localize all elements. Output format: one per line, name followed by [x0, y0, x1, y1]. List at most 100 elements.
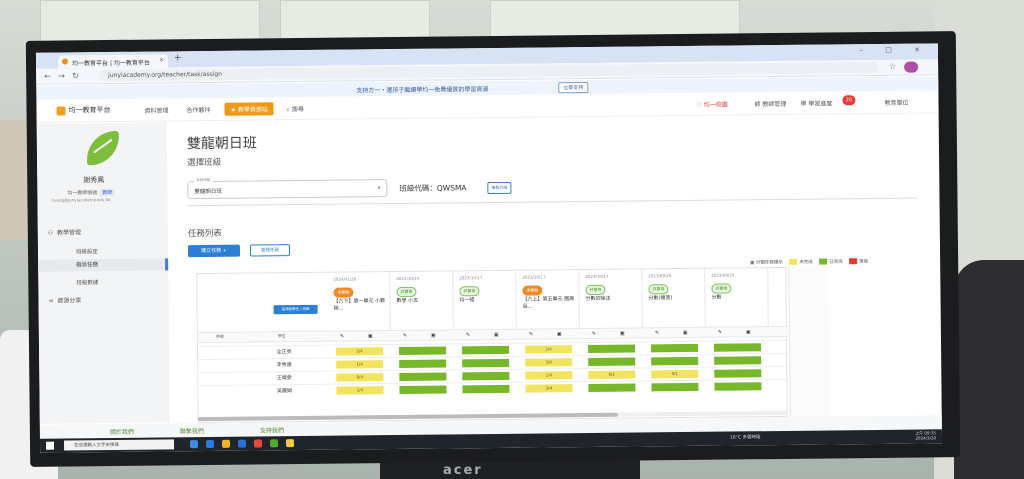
forward-icon[interactable]: →	[58, 71, 65, 80]
progress-cell[interactable]	[714, 356, 762, 365]
nav-item-data[interactable]: 資料管理	[144, 105, 169, 114]
edit-icon[interactable]: ✎	[718, 330, 722, 336]
progress-cell[interactable]: 0/4	[336, 373, 384, 382]
progress-cell[interactable]	[462, 384, 510, 394]
task-list-label: 任務列表	[187, 228, 222, 240]
sidebar-item-assign-tasks[interactable]: 指派任務	[38, 258, 169, 272]
report-icon[interactable]: ▣	[557, 331, 562, 337]
sidebar-item-class-settings[interactable]: 班級設定	[76, 247, 98, 255]
new-tab-button[interactable]: +	[174, 53, 182, 63]
progress-cell[interactable]: 3/4	[525, 384, 573, 393]
taskbar-clock[interactable]: 上午 09:35 2024/3/20	[915, 430, 936, 440]
progress-cell[interactable]	[462, 358, 510, 368]
progress-cell[interactable]: 1/4	[525, 371, 573, 380]
nav-campus[interactable]: ♡ 均一校園	[696, 100, 727, 109]
report-icon[interactable]: ▣	[494, 332, 499, 338]
progress-cell[interactable]	[651, 382, 699, 392]
progress-cell[interactable]: 2/4	[525, 345, 573, 354]
footer-about-link[interactable]: 關於我們	[110, 427, 134, 436]
add-task-button[interactable]: 建立任務 +	[187, 244, 241, 258]
task-column-header[interactable]: 2023/10/14 評量卷 數學 小五	[390, 271, 454, 331]
report-icon[interactable]: ▣	[620, 331, 625, 337]
close-icon[interactable]: ×	[159, 56, 164, 63]
mail-icon[interactable]	[237, 439, 247, 448]
progress-cell[interactable]	[588, 344, 636, 354]
windows-start-icon[interactable]	[45, 441, 55, 450]
reload-icon[interactable]: ↻	[72, 71, 79, 80]
edit-icon[interactable]: ✎	[655, 330, 659, 336]
progress-cell[interactable]: 3/4	[525, 358, 573, 367]
progress-cell[interactable]	[399, 385, 447, 394]
progress-cell[interactable]	[588, 383, 636, 393]
edit-icon[interactable]: ✎	[466, 332, 470, 338]
search-link[interactable]: ⌕ 搜尋	[286, 104, 303, 114]
app-icon[interactable]	[269, 439, 279, 448]
progress-cell[interactable]	[714, 369, 762, 378]
assign-to-students-button[interactable]: 指派給學生 / 班級	[273, 304, 318, 315]
nav-teacher-manage[interactable]: 師 教師管理	[754, 99, 786, 108]
class-select[interactable]: 目前班級 雙龍朝日班 ▾	[187, 177, 388, 200]
report-icon[interactable]: ▣	[431, 333, 436, 339]
report-icon[interactable]: ▣	[683, 330, 688, 336]
calendar-icon: ▣	[750, 260, 755, 266]
task-column-header[interactable]: 2023/10/17 評量卷 均一組	[453, 270, 517, 330]
progress-cell[interactable]	[462, 345, 510, 355]
taskbar-search-input[interactable]: 在這裡輸入文字來搜尋	[63, 439, 175, 451]
progress-cell[interactable]	[588, 357, 636, 367]
progress-cell[interactable]	[399, 346, 447, 355]
bookmark-star-icon[interactable]: ☆	[889, 62, 896, 71]
profile-avatar[interactable]	[904, 61, 919, 73]
sidebar-share[interactable]: ⋖ 資源分享	[48, 295, 81, 304]
progress-cell[interactable]: 1/4	[336, 386, 384, 395]
back-icon[interactable]: ←	[44, 72, 51, 81]
footer-contact-link[interactable]: 聯繫我們	[180, 426, 204, 435]
task-column-header[interactable]: 2023/09/25 評量卷 分數	[705, 268, 769, 327]
progress-cell[interactable]: 0/1	[651, 369, 699, 379]
progress-cell[interactable]	[651, 343, 699, 353]
report-icon[interactable]: ▣	[746, 329, 751, 335]
edge-browser-icon[interactable]	[205, 439, 215, 449]
task-view-icon[interactable]	[189, 440, 199, 449]
site-logo[interactable]: 均一教育平台	[56, 105, 111, 116]
task-type-tag: 未開始	[333, 287, 354, 298]
copy-code-button[interactable]: 複製代碼	[487, 181, 512, 195]
user-email: huang@junyiacademy.edu.tw	[51, 197, 111, 203]
browser-tab[interactable]: 均一教育平台 | 均一教育平台 ×	[57, 54, 169, 69]
progress-cell[interactable]	[399, 359, 447, 368]
notice-support-button[interactable]: 立即支持	[558, 81, 589, 94]
nav-item-partners[interactable]: 合作夥伴	[186, 105, 210, 114]
task-column-header[interactable]: 2023/10/17 未開始 【六上】第五單元 圓周長…	[516, 270, 580, 329]
task-column-header[interactable]: 2024/01/26 未開始 【六下】第一單元 小數除…	[327, 272, 391, 331]
task-column-header[interactable]: 2023/09/26 評量卷 分數(複習)	[642, 268, 706, 328]
chrome-icon[interactable]	[253, 439, 263, 448]
progress-cell[interactable]: 2/4	[336, 347, 384, 356]
notification-badge[interactable]: 20	[842, 95, 856, 106]
progress-cell[interactable]	[399, 372, 447, 381]
nav-item-teaching-resources[interactable]: ★ 教學資源站	[224, 102, 274, 116]
edit-icon[interactable]: ✎	[592, 331, 596, 337]
report-icon[interactable]: ▣	[368, 333, 373, 339]
edit-icon[interactable]: ✎	[403, 333, 407, 339]
sidebar-item-class-data[interactable]: 班級數據	[76, 278, 98, 286]
progress-cell[interactable]	[714, 343, 762, 352]
task-date: 2023/10/17	[585, 273, 609, 280]
progress-cell[interactable]: 1/4	[336, 360, 384, 369]
manage-tasks-button[interactable]: 管理任務	[249, 244, 291, 257]
window-controls[interactable]: – □ ×	[859, 45, 930, 54]
edit-icon[interactable]: ✎	[529, 332, 533, 338]
app-icon[interactable]	[285, 439, 295, 448]
file-explorer-icon[interactable]	[221, 439, 231, 448]
progress-cell[interactable]: 0/1	[588, 370, 636, 380]
edit-icon[interactable]: ✎	[340, 334, 344, 340]
notice-text: 支持方一・選孩子繼續學均一免費優質的學習資源	[356, 86, 489, 95]
progress-cell[interactable]	[462, 371, 510, 381]
sidebar-section-teaching[interactable]: ⚇ 教學管理	[48, 227, 81, 236]
task-column-header[interactable]: 2023/10/17 評量卷 分數的除法	[579, 269, 643, 329]
progress-cell[interactable]	[714, 382, 762, 391]
taskbar-weather[interactable]: 16°C 多雲時陰	[730, 434, 761, 440]
user-menu[interactable]: 教育單位	[884, 98, 908, 107]
progress-cell[interactable]	[651, 356, 699, 366]
nav-learning-progress[interactable]: 學 學習進度	[800, 98, 832, 107]
footer-support-link[interactable]: 支持我們	[260, 425, 284, 434]
task-name: 均一組	[459, 297, 475, 304]
